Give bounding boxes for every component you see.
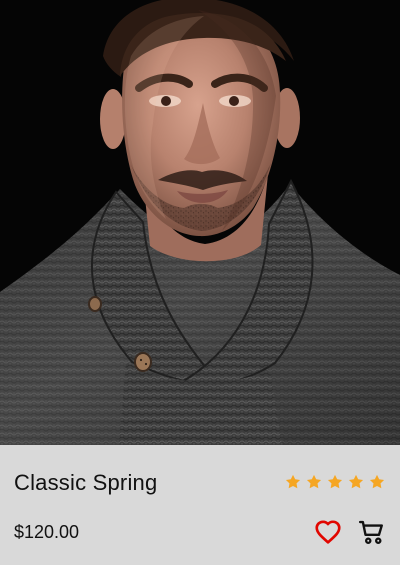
product-info-panel: Classic Spring $120.00 (0, 445, 400, 565)
star-icon (369, 474, 385, 489)
shopping-cart-icon (358, 520, 383, 544)
favorite-button[interactable] (313, 517, 343, 547)
add-to-cart-button[interactable] (357, 517, 387, 547)
product-price: $120.00 (14, 522, 80, 542)
product-actions (313, 517, 387, 547)
product-title: Classic Spring (14, 470, 158, 495)
star-icon (285, 474, 301, 489)
product-image[interactable] (0, 0, 400, 445)
star-icon (327, 474, 343, 489)
star-icon (306, 474, 322, 489)
product-rating (284, 473, 386, 491)
product-card[interactable]: Classic Spring $120.00 (0, 0, 400, 565)
heart-icon (315, 520, 341, 544)
star-icon (348, 474, 364, 489)
